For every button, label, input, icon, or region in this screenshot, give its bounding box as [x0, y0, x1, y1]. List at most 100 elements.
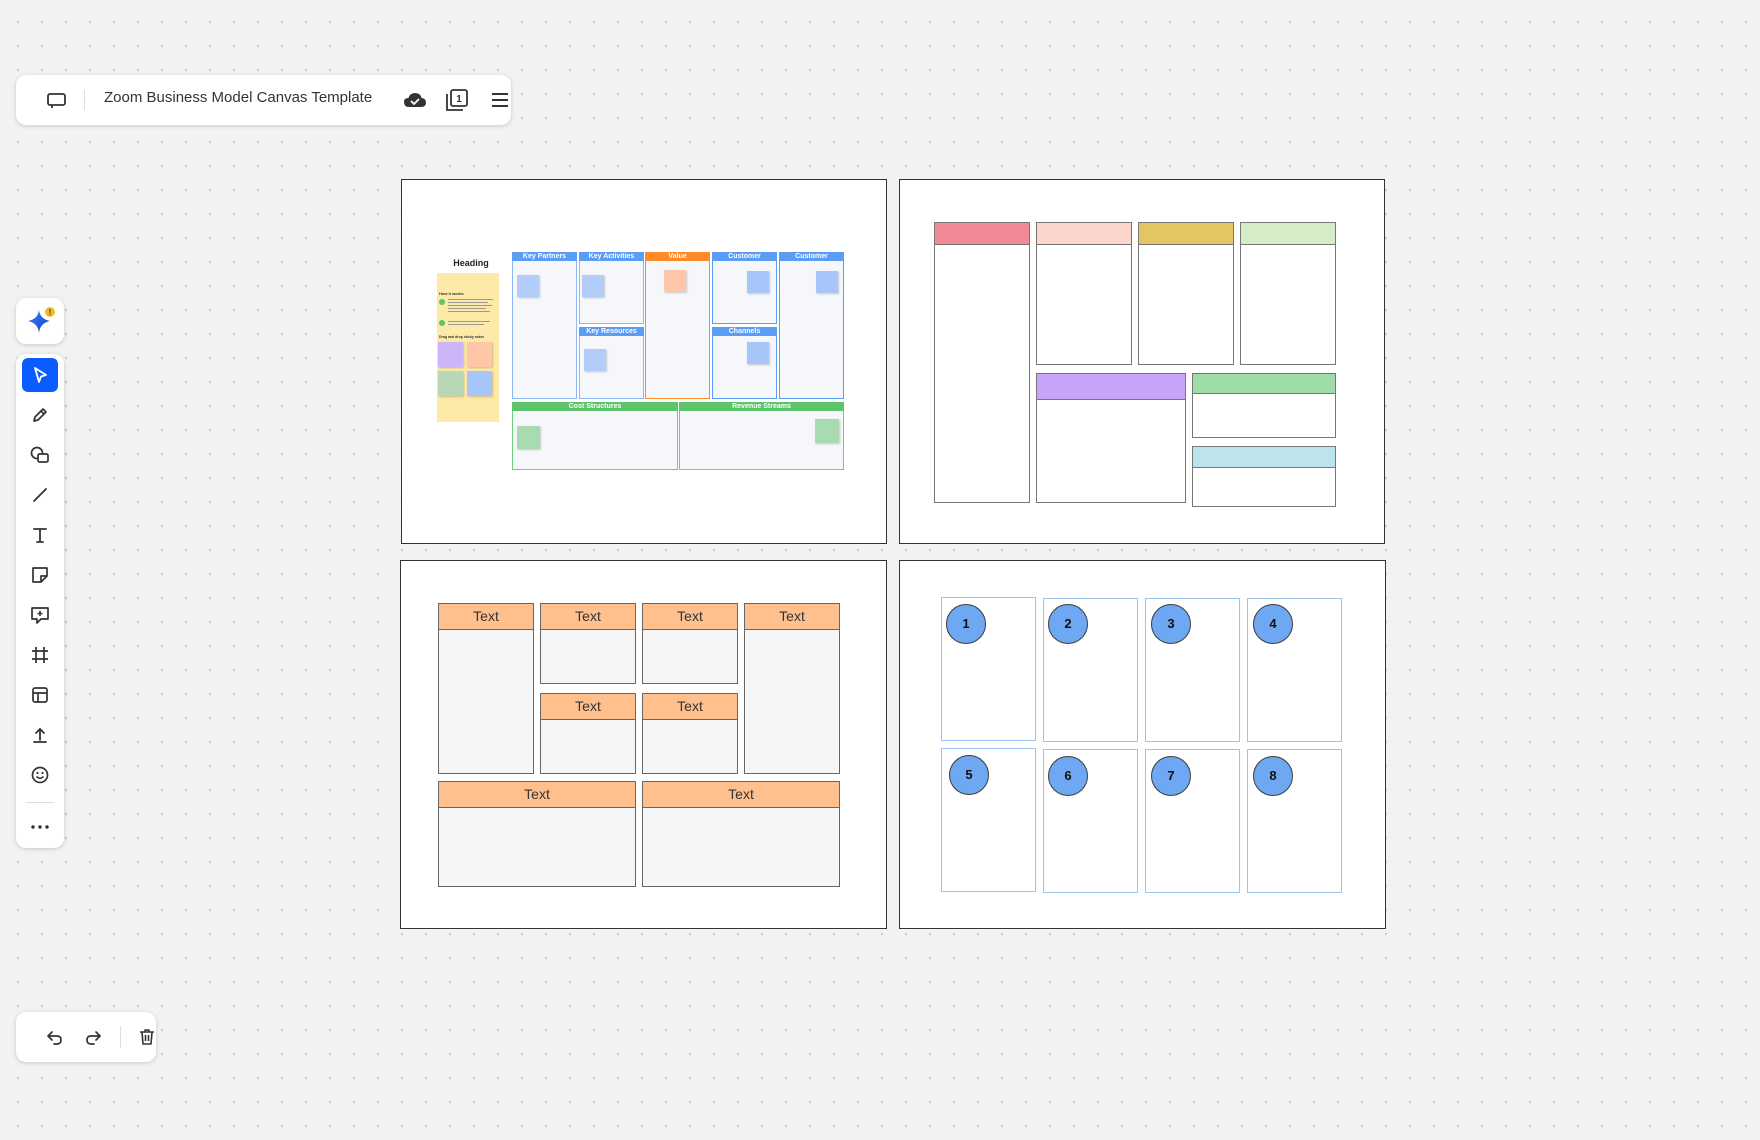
- frame-business-model-canvas[interactable]: Heading How it works Drag and drop stick…: [401, 179, 887, 544]
- numbered-cell[interactable]: 1: [941, 597, 1036, 741]
- numbered-cell[interactable]: 2: [1043, 598, 1138, 742]
- trash-icon: [140, 1029, 154, 1045]
- text-cell[interactable]: Text: [744, 603, 840, 774]
- reactions-tool[interactable]: [22, 758, 58, 792]
- pages-icon: 1: [446, 89, 468, 111]
- divider: [26, 802, 54, 803]
- text-cell[interactable]: Text: [642, 693, 738, 774]
- color-box[interactable]: [1192, 373, 1336, 438]
- ai-assistant-panel: !: [16, 298, 64, 344]
- section-title: Channels: [712, 327, 777, 336]
- frame-text-grid[interactable]: Text Text Text Text Text Text Text Text: [400, 560, 887, 929]
- pointer-icon: [34, 367, 47, 383]
- sticky-note[interactable]: [664, 270, 686, 292]
- sticky-note[interactable]: [584, 349, 606, 371]
- select-tool[interactable]: [22, 358, 58, 392]
- numbered-cell[interactable]: 5: [941, 748, 1036, 892]
- sticky-note[interactable]: [747, 271, 769, 293]
- line-tool[interactable]: [22, 478, 58, 512]
- ai-sparkle-icon: !: [28, 307, 55, 333]
- section-revenue-streams[interactable]: Revenue Streams: [679, 402, 844, 470]
- svg-text:1: 1: [456, 94, 462, 105]
- text-cell[interactable]: Text: [540, 693, 636, 774]
- color-box[interactable]: [1036, 222, 1132, 365]
- section-customer-relationships[interactable]: Customer: [712, 252, 777, 324]
- menu-button[interactable]: [485, 85, 515, 115]
- number-badge: 1: [946, 604, 986, 644]
- comment-tool[interactable]: [22, 598, 58, 632]
- redo-button[interactable]: [78, 1022, 108, 1052]
- sticky-note[interactable]: [582, 275, 604, 297]
- sticky-note[interactable]: [467, 371, 492, 396]
- numbered-cell[interactable]: 4: [1247, 598, 1342, 742]
- templates-tool[interactable]: [22, 678, 58, 712]
- sticky-note[interactable]: [438, 371, 463, 396]
- instructions-title: How it works: [439, 291, 464, 296]
- number-badge: 7: [1151, 756, 1191, 796]
- box-header: [1037, 374, 1185, 400]
- text-tool[interactable]: [22, 518, 58, 552]
- frame-colored-boxes[interactable]: [899, 179, 1385, 544]
- box-header: [1193, 374, 1335, 394]
- text-cell[interactable]: Text: [642, 603, 738, 684]
- instructions-drag-text: Drag and drop sticky notes: [439, 335, 485, 339]
- toggle-sidebar-button[interactable]: [42, 85, 72, 115]
- sticky-note-icon: [32, 567, 48, 583]
- more-tools-button[interactable]: [22, 810, 58, 844]
- box-header: [1037, 223, 1131, 245]
- sticky-note[interactable]: [517, 275, 539, 297]
- sticky-note-tool[interactable]: [22, 558, 58, 592]
- upload-tool[interactable]: [22, 718, 58, 752]
- ai-assistant-button[interactable]: !: [25, 306, 55, 336]
- step-marker: [439, 320, 445, 326]
- pages-button[interactable]: 1: [442, 85, 472, 115]
- cloud-save-button[interactable]: [400, 85, 430, 115]
- cell-header: Text: [439, 782, 635, 808]
- section-cost-structures[interactable]: Cost Structures: [512, 402, 678, 470]
- text-cell[interactable]: Text: [438, 603, 534, 774]
- sticky-note[interactable]: [517, 426, 540, 449]
- upload-icon: [33, 727, 47, 743]
- board-title[interactable]: Zoom Business Model Canvas Template: [104, 89, 372, 106]
- redo-icon: [86, 1031, 101, 1045]
- color-box[interactable]: [1240, 222, 1336, 365]
- section-customer-segments[interactable]: Customer: [779, 252, 844, 399]
- number-badge: 4: [1253, 604, 1293, 644]
- sticky-note[interactable]: [815, 419, 839, 443]
- undo-button[interactable]: [40, 1022, 70, 1052]
- section-title: Value: [645, 252, 710, 261]
- numbered-cell[interactable]: 3: [1145, 598, 1240, 742]
- shapes-tool[interactable]: [22, 438, 58, 472]
- sticky-note[interactable]: [438, 342, 463, 367]
- cell-header: Text: [745, 604, 839, 630]
- section-value[interactable]: Value: [645, 252, 710, 399]
- color-box[interactable]: [1036, 373, 1186, 503]
- color-box[interactable]: [934, 222, 1030, 503]
- section-key-resources[interactable]: Key Resources: [579, 327, 644, 399]
- sticky-note[interactable]: [816, 271, 838, 293]
- number-badge: 5: [949, 755, 989, 795]
- top-bar: Zoom Business Model Canvas Template 1: [16, 75, 511, 125]
- text-cell[interactable]: Text: [642, 781, 840, 887]
- text-cell[interactable]: Text: [438, 781, 636, 887]
- numbered-cell[interactable]: 8: [1247, 749, 1342, 893]
- section-key-activities[interactable]: Key Activities: [579, 252, 644, 324]
- section-channels[interactable]: Channels: [712, 327, 777, 399]
- numbered-cell[interactable]: 7: [1145, 749, 1240, 893]
- frame-icon: [32, 647, 48, 663]
- sticky-note[interactable]: [467, 342, 492, 367]
- section-key-partners[interactable]: Key Partners: [512, 252, 577, 399]
- color-box[interactable]: [1138, 222, 1234, 365]
- frame-numbered-grid[interactable]: 1 2 3 4 5 6 7 8: [899, 560, 1386, 929]
- section-title: Key Activities: [579, 252, 644, 261]
- section-title: Key Resources: [579, 327, 644, 336]
- delete-button[interactable]: [132, 1022, 162, 1052]
- cell-header: Text: [541, 694, 635, 720]
- numbered-cell[interactable]: 6: [1043, 749, 1138, 893]
- pen-tool[interactable]: [22, 398, 58, 432]
- sticky-note[interactable]: [747, 342, 769, 364]
- frame-tool[interactable]: [22, 638, 58, 672]
- undo-icon: [47, 1031, 62, 1045]
- text-cell[interactable]: Text: [540, 603, 636, 684]
- color-box[interactable]: [1192, 446, 1336, 507]
